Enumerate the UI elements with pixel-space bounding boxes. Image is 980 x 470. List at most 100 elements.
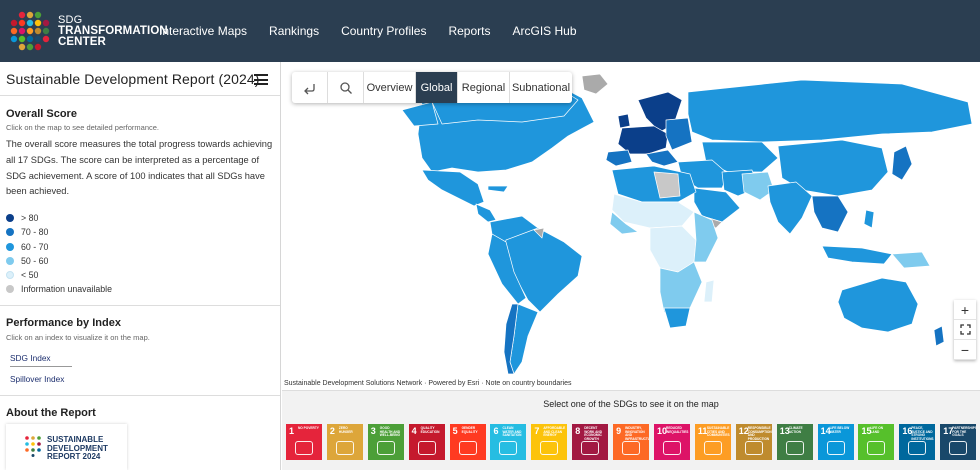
- logo-dot: [42, 19, 50, 27]
- sdg-goal-icon: [663, 441, 682, 455]
- legend-item: 60 - 70: [6, 240, 274, 254]
- sdg-tile-11[interactable]: 11 SUSTAINABLE CITIES AND COMMUNITIES: [694, 424, 731, 460]
- nav-rankings[interactable]: Rankings: [269, 24, 319, 38]
- sdg-tiles: 1 NO POVERTY 2 ZERO HUNGER 3 GOOD HEALTH AND …: [286, 424, 980, 460]
- sdg-tile-17[interactable]: 17 PARTNERSHIPS FOR THE GOALS: [940, 424, 977, 460]
- brand-line-3: CENTER: [58, 36, 106, 48]
- overall-score-section: Overall Score Click on the map to see de…: [0, 96, 280, 296]
- map-attribution[interactable]: Sustainable Development Solutions Networ…: [284, 380, 572, 387]
- legend-item: > 80: [6, 211, 274, 225]
- logo-dot: [42, 35, 50, 43]
- country-uk-ireland: [617, 113, 631, 129]
- world-map[interactable]: Overview Global Regional Subnational + −…: [282, 62, 980, 390]
- sdg-tile-label: REDUCED INEQUALITIES: [666, 426, 689, 434]
- menu-icon[interactable]: [254, 74, 268, 85]
- logo-dot: [34, 11, 42, 19]
- nav-arcgis-hub[interactable]: ArcGIS Hub: [512, 24, 576, 38]
- country-central-america: [475, 203, 497, 223]
- sdg-tile-15[interactable]: 15 LIFE ON LAND: [858, 424, 895, 460]
- sdr-2024-report-logo[interactable]: SUSTAINABLE DEVELOPMENT REPORT 2024: [6, 424, 127, 470]
- country-southeast-asia: [811, 195, 849, 233]
- sdg-tile-number: 1: [289, 426, 295, 436]
- sdg-tile-label: PARTNERSHIPS FOR THE GOALS: [952, 426, 977, 438]
- sdg-tile-14[interactable]: 14 LIFE BELOW WATER: [817, 424, 854, 460]
- zoom-controls: + −: [954, 300, 976, 360]
- legend-swatch: [6, 271, 14, 280]
- return-arrow-icon: [303, 83, 315, 94]
- logo-dot: [34, 35, 42, 43]
- choropleth-map[interactable]: [282, 62, 980, 390]
- sdg-tile-6[interactable]: 6 CLEAN WATER AND SANITATION: [490, 424, 527, 460]
- map-toolbar: Overview Global Regional Subnational: [292, 72, 572, 103]
- sdg-tile-3[interactable]: 3 GOOD HEALTH AND WELL-BEING: [367, 424, 404, 460]
- logo-dot: [18, 11, 26, 19]
- back-button[interactable]: [292, 72, 328, 103]
- logo-dot: [10, 19, 18, 27]
- sdg-tile-label: RESPONSIBLE CONSUMPTION AND PRODUCTION: [747, 426, 772, 441]
- logo-dot: [18, 27, 26, 35]
- sdg-goal-icon: [417, 441, 436, 455]
- sdg-tile-10[interactable]: 10 REDUCED INEQUALITIES: [654, 424, 691, 460]
- sdg-goal-icon: [376, 441, 395, 455]
- logo-dot: [26, 19, 34, 27]
- legend-label: < 50: [21, 270, 39, 281]
- tab-overview[interactable]: Overview: [364, 72, 416, 103]
- sdg-goal-icon: [785, 441, 804, 455]
- tab-subnational[interactable]: Subnational: [510, 72, 572, 103]
- country-india: [767, 181, 813, 235]
- sdg-tile-13[interactable]: 13 CLIMATE ACTION: [776, 424, 813, 460]
- sdg-tile-number: 4: [411, 426, 417, 436]
- legend-item: < 50: [6, 268, 274, 282]
- nav-reports[interactable]: Reports: [448, 24, 490, 38]
- brand-name[interactable]: SDG TRANSFORMATION CENTER: [58, 15, 168, 48]
- fullscreen-button[interactable]: [954, 320, 976, 340]
- country-madagascar: [703, 279, 715, 303]
- overall-score-title: Overall Score: [6, 108, 77, 120]
- sdg-goal-icon: [949, 441, 968, 455]
- sdg-tile-7[interactable]: 7 AFFORDABLE AND CLEAN ENERGY: [531, 424, 568, 460]
- country-new-zealand: [933, 325, 945, 347]
- sdg-goal-icon: [295, 441, 313, 455]
- sdg-tile-1[interactable]: 1 NO POVERTY: [286, 424, 322, 460]
- sdg-wheel-logo-icon[interactable]: [8, 9, 52, 53]
- sdg-tile-4[interactable]: 4 QUALITY EDUCATION: [408, 424, 445, 460]
- zoom-in-button[interactable]: +: [954, 300, 976, 320]
- search-icon: [339, 81, 352, 94]
- tab-regional[interactable]: Regional: [458, 72, 510, 103]
- sdg-tile-label: AFFORDABLE AND CLEAN ENERGY: [543, 426, 566, 438]
- sdg-tile-16[interactable]: 16 PEACE, JUSTICE AND STRONG INSTITUTIONS: [899, 424, 936, 460]
- logo-dot: [42, 27, 50, 35]
- sdg-tile-label: CLIMATE ACTION: [788, 426, 803, 434]
- nav-country-profiles[interactable]: Country Profiles: [341, 24, 426, 38]
- country-russia: [687, 79, 973, 143]
- zoom-out-button[interactable]: −: [954, 340, 976, 360]
- country-eastern-europe: [665, 117, 693, 151]
- country-new-guinea: [891, 251, 931, 269]
- tab-global[interactable]: Global: [416, 72, 458, 103]
- legend-label: 50 - 60: [21, 255, 49, 266]
- country-australia: [837, 277, 919, 333]
- sdg-tile-number: 5: [452, 426, 458, 436]
- sdg-goal-icon: [458, 441, 477, 455]
- sdg-tile-12[interactable]: 12 RESPONSIBLE CONSUMPTION AND PRODUCTION: [735, 424, 772, 460]
- sdg-tile-9[interactable]: 9INDUSTRY, INNOVATION AND INFRASTRUCTURE: [613, 424, 650, 460]
- active-index-underline: [10, 366, 72, 368]
- search-button[interactable]: [328, 72, 364, 103]
- sdg-tile-label: GENDER EQUALITY: [461, 426, 478, 434]
- sdg-index-link[interactable]: SDG Index: [6, 351, 55, 365]
- nav-interactive-maps[interactable]: Interactive Maps: [159, 24, 247, 38]
- sdg-tile-2[interactable]: 2 ZERO HUNGER: [326, 424, 363, 460]
- sdg-tile-number: 7: [534, 426, 540, 436]
- sdg-goal-icon: [744, 441, 763, 455]
- country-philippines: [863, 209, 875, 229]
- sdg-tile-label: DECENT WORK AND ECONOMIC GROWTH: [584, 426, 602, 441]
- sdg-tile-5[interactable]: 5 GENDER EQUALITY: [449, 424, 486, 460]
- performance-hint: Click on an index to visualize it on the…: [6, 333, 150, 343]
- spillover-index-link[interactable]: Spillover Index: [6, 372, 68, 386]
- sdg-tile-8[interactable]: 8 DECENT WORK AND ECONOMIC GROWTH: [572, 424, 609, 460]
- country-indonesia: [821, 245, 893, 265]
- legend-item: 50 - 60: [6, 254, 274, 268]
- legend-swatch: [6, 242, 14, 251]
- score-legend: > 80 70 - 80 60 - 70 50 - 60 < 50 Inform…: [6, 211, 274, 296]
- sdg-selector-bar: Select one of the SDGs to see it on the …: [282, 390, 980, 470]
